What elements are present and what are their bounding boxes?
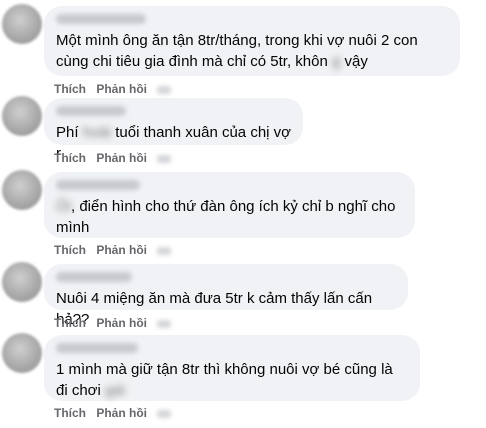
reply-button[interactable]: Phản hồi [96, 151, 147, 165]
comment-bubble: Một mình ông ăn tận 8tr/tháng, trong khi… [44, 6, 460, 76]
timestamp[interactable] [157, 409, 172, 418]
comment-bubble: Nuôi 4 miệng ăn mà đưa 5tr k cảm thấy lấ… [44, 264, 408, 328]
like-button[interactable]: Thích [54, 243, 86, 257]
comment-text: Ôi, điển hình cho thứ đàn ông ích kỷ chỉ… [56, 198, 400, 236]
comment-actions: Thích Phản hồi [54, 243, 178, 257]
comment-actions: Thích Phản hồi [54, 151, 178, 165]
avatar[interactable] [2, 333, 42, 373]
like-button[interactable]: Thích [54, 316, 86, 330]
comment-bubble: Ôi, điển hình cho thứ đàn ông ích kỷ chỉ… [44, 172, 415, 238]
comment-actions: Thích Phản hồi [54, 316, 178, 330]
commenter-name[interactable] [56, 106, 126, 116]
commenter-name[interactable] [56, 343, 138, 353]
comment-actions: Thích Phản hồi [54, 82, 178, 96]
avatar[interactable] [2, 96, 42, 136]
avatar[interactable] [2, 170, 42, 210]
comment-bubble: 1 mình mà giữ tận 8tr thì không nuôi vợ … [44, 335, 420, 401]
like-button[interactable]: Thích [54, 82, 86, 96]
timestamp[interactable] [157, 154, 172, 163]
commenter-name[interactable] [56, 272, 132, 282]
comment-text: Một mình ông ăn tận 8tr/tháng, trong khi… [56, 32, 422, 70]
avatar[interactable] [2, 4, 42, 44]
timestamp[interactable] [157, 246, 172, 255]
avatar[interactable] [2, 262, 42, 302]
commenter-name[interactable] [56, 180, 140, 190]
comment-actions: Thích Phản hồi [54, 406, 178, 420]
like-button[interactable]: Thích [54, 406, 86, 420]
reply-button[interactable]: Phản hồi [96, 82, 147, 96]
timestamp[interactable] [157, 85, 172, 94]
reply-button[interactable]: Phản hồi [96, 243, 147, 257]
comment-bubble: Phí hoài tuổi thanh xuân của chị vợ r [44, 98, 303, 162]
reply-button[interactable]: Phản hồi [96, 316, 147, 330]
comment-text: 1 mình mà giữ tận 8tr thì không nuôi vợ … [56, 361, 397, 399]
reply-button[interactable]: Phản hồi [96, 406, 147, 420]
timestamp[interactable] [157, 319, 172, 328]
like-button[interactable]: Thích [54, 151, 86, 165]
commenter-name[interactable] [56, 14, 146, 24]
